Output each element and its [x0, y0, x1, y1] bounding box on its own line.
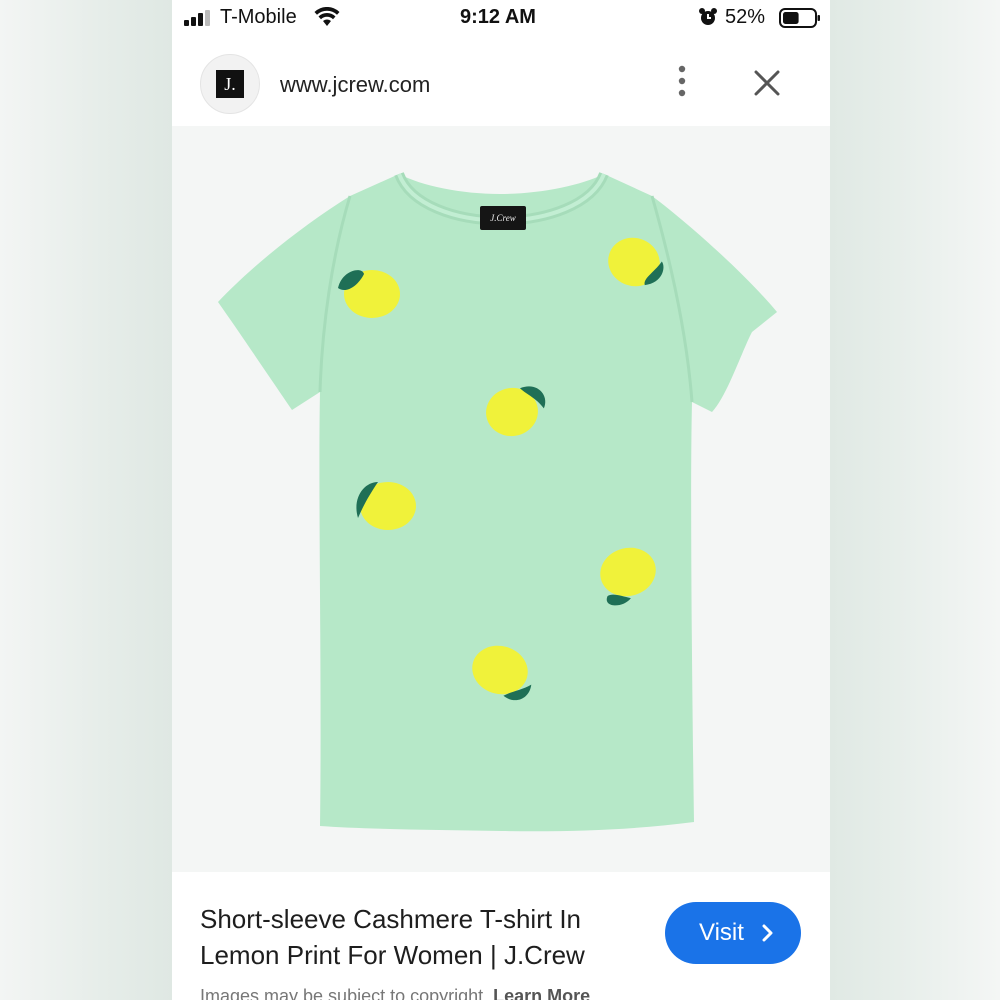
background-blur-right: [830, 0, 1000, 1000]
battery-percent: 52%: [725, 6, 766, 28]
alarm-icon: [699, 8, 717, 25]
site-logo: J.: [200, 54, 260, 114]
url-text[interactable]: www.jcrew.com: [280, 72, 430, 98]
shirt-body: [218, 174, 777, 832]
disclaimer-text: Images may be subject to copyright.: [200, 986, 489, 1000]
visit-button-label: Visit: [699, 919, 744, 946]
brand-label-text: J.Crew: [490, 213, 515, 223]
product-title-line-2[interactable]: Lemon Print For Women | J.Crew: [200, 940, 585, 971]
background-blur-left: [0, 0, 172, 1000]
product-title-line-1[interactable]: Short-sleeve Cashmere T-shirt In: [200, 904, 581, 935]
phone-screen: T-Mobile 9:12 AM 52% J. www.jcrew.com J.…: [172, 0, 830, 1000]
close-icon[interactable]: [752, 68, 782, 98]
battery-icon: [779, 8, 820, 28]
shirt-illustration: J.Crew: [218, 171, 777, 832]
learn-more-link[interactable]: Learn More: [493, 986, 590, 1000]
copyright-disclaimer: Images may be subject to copyright. Lear…: [200, 986, 590, 1000]
visit-button[interactable]: Visit: [665, 902, 801, 964]
carrier-name: T-Mobile: [220, 6, 297, 28]
product-image[interactable]: J.Crew: [172, 126, 830, 872]
browser-url-bar: J. www.jcrew.com: [172, 46, 830, 124]
clock-time: 9:12 AM: [460, 6, 536, 28]
more-vert-icon[interactable]: [672, 64, 692, 98]
chevron-right-icon: [762, 924, 773, 942]
status-bar: T-Mobile 9:12 AM 52%: [172, 0, 830, 38]
result-caption: Short-sleeve Cashmere T-shirt In Lemon P…: [172, 872, 830, 1000]
signal-icon: [184, 10, 210, 26]
wifi-icon: [314, 7, 340, 26]
site-logo-mark: J.: [216, 70, 244, 98]
